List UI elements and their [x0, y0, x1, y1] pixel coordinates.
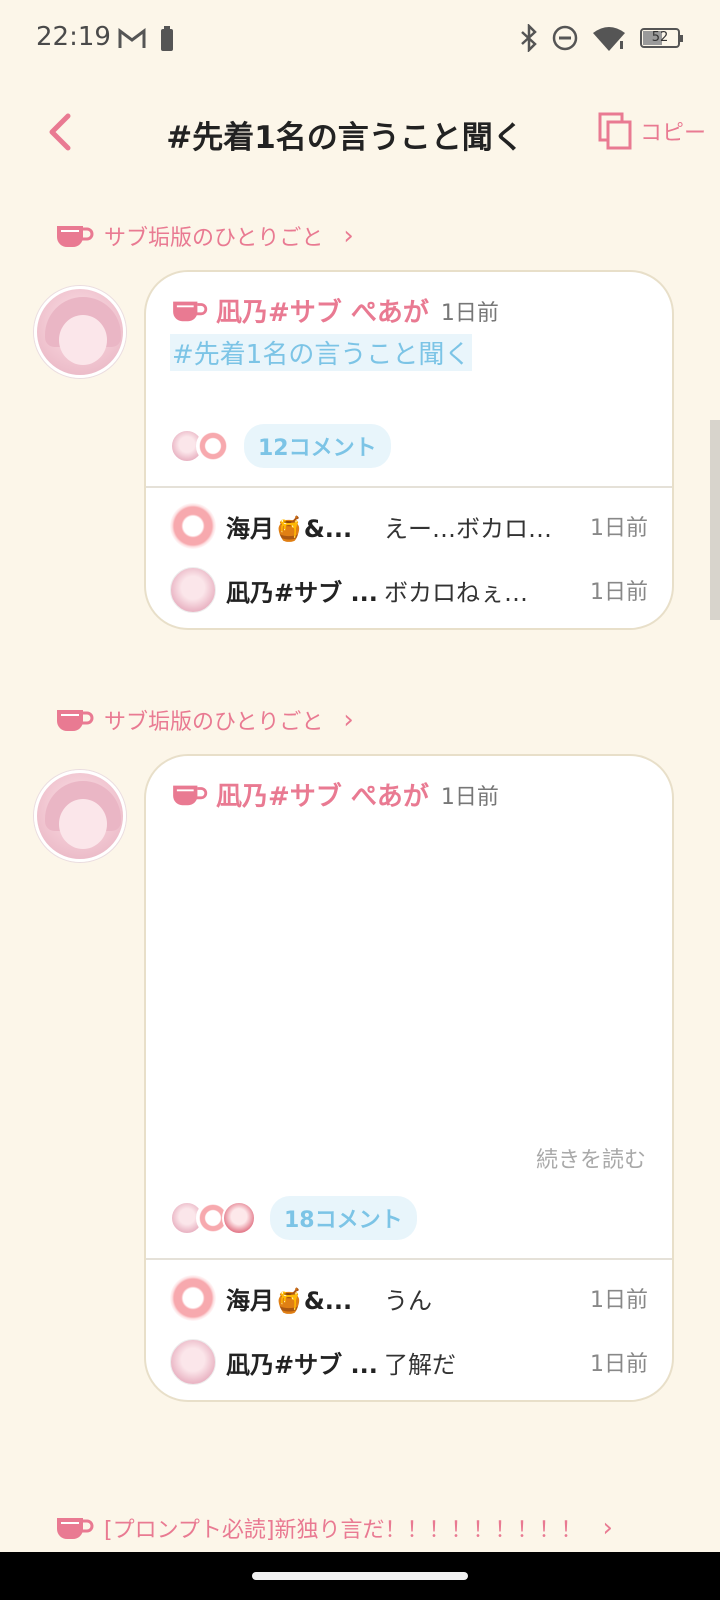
author-name[interactable]: 凪乃#サブ ぺあが — [216, 776, 429, 813]
thread-link[interactable]: [プロンプト必読]新独り言だ！！！！！！！！！ › — [54, 1512, 613, 1544]
avatar[interactable] — [34, 770, 126, 862]
cup-icon — [173, 301, 208, 321]
reply-row[interactable]: 凪乃#サブ ... ボカロねぇ… 1日前 — [170, 564, 648, 616]
divider — [146, 1258, 672, 1260]
reply-avatar — [170, 503, 216, 549]
reply-author: 海月🍯&... — [226, 1286, 353, 1315]
system-nav-bar — [0, 1552, 720, 1600]
scrollbar[interactable] — [710, 420, 720, 620]
thread-link[interactable]: サブ垢版のひとりごと › — [54, 220, 354, 252]
author-name[interactable]: 凪乃#サブ ぺあが — [216, 292, 429, 329]
battery-indicator: 52 — [640, 28, 683, 48]
cup-icon — [57, 1518, 94, 1539]
thread-name: サブ垢版のひとりごと — [104, 226, 324, 251]
reply-author: 凪乃#サブ ... — [226, 578, 376, 607]
reply-author: 凪乃#サブ ... — [226, 1350, 376, 1379]
reply-time: 1日前 — [590, 1288, 648, 1313]
thread-name: サブ垢版のひとりごと — [104, 710, 324, 735]
post-card[interactable]: 凪乃#サブ ぺあが 1日前 続きを読む 18コメント 海月🍯&... うん 1日… — [144, 754, 674, 1402]
comment-count: 12コメント — [244, 424, 391, 468]
bluetooth-icon — [521, 24, 537, 52]
chevron-right-icon: › — [602, 1513, 613, 1543]
status-time: 22:19 — [36, 22, 111, 52]
reply-row[interactable]: 海月🍯&... えー…ボカロ… 1日前 — [170, 500, 648, 552]
thread-link[interactable]: サブ垢版のひとりごと › — [54, 704, 354, 736]
reply-text: うん — [384, 1286, 432, 1315]
page-title: #先着1名の言うこと聞く — [166, 120, 524, 156]
chevron-right-icon: › — [343, 705, 354, 735]
avatar[interactable] — [34, 286, 126, 378]
cup-icon — [173, 785, 208, 805]
cup-icon — [57, 710, 94, 731]
status-bar: 22:19 52 — [0, 0, 720, 80]
hashtag-link[interactable]: #先着1名の言うこと聞く — [170, 334, 473, 371]
copy-icon — [598, 112, 632, 150]
copy-button[interactable]: コピー — [598, 112, 706, 150]
reply-time: 1日前 — [590, 516, 648, 541]
thread-name: [プロンプト必読]新独り言だ！！！！！！！！！ — [104, 1518, 583, 1543]
post-time: 1日前 — [440, 784, 499, 810]
wifi-icon — [593, 27, 625, 51]
commenter-avatar — [196, 429, 230, 463]
reply-avatar — [170, 567, 216, 613]
cup-icon — [57, 226, 94, 247]
reply-author: 海月🍯&... — [226, 514, 353, 543]
gmail-icon — [118, 28, 146, 48]
reply-avatar — [170, 1339, 216, 1385]
post-card[interactable]: 凪乃#サブ ぺあが 1日前 #先着1名の言うこと聞く 12コメント 海月🍯&..… — [144, 270, 674, 630]
comment-summary[interactable]: 18コメント — [170, 1196, 417, 1240]
chevron-right-icon: › — [343, 221, 354, 251]
reply-text: ボカロねぇ… — [384, 578, 528, 607]
reply-text: えー…ボカロ… — [384, 514, 552, 543]
do-not-disturb-icon — [552, 25, 578, 51]
commenter-avatar — [222, 1201, 256, 1235]
copy-label: コピー — [639, 121, 706, 146]
reply-time: 1日前 — [590, 1352, 648, 1377]
home-handle[interactable] — [252, 1572, 468, 1580]
header: #先着1名の言うこと聞く コピー — [0, 98, 720, 170]
battery-small-icon — [161, 26, 173, 51]
reply-row[interactable]: 海月🍯&... うん 1日前 — [170, 1272, 648, 1324]
reply-row[interactable]: 凪乃#サブ ... 了解だ 1日前 — [170, 1336, 648, 1388]
divider — [146, 486, 672, 488]
reply-time: 1日前 — [590, 580, 648, 605]
comment-summary[interactable]: 12コメント — [170, 424, 391, 468]
comment-count: 18コメント — [270, 1196, 417, 1240]
read-more-link[interactable]: 続きを読む — [536, 1142, 646, 1174]
post-time: 1日前 — [440, 300, 499, 326]
reply-text: 了解だ — [384, 1350, 456, 1379]
reply-avatar — [170, 1275, 216, 1321]
